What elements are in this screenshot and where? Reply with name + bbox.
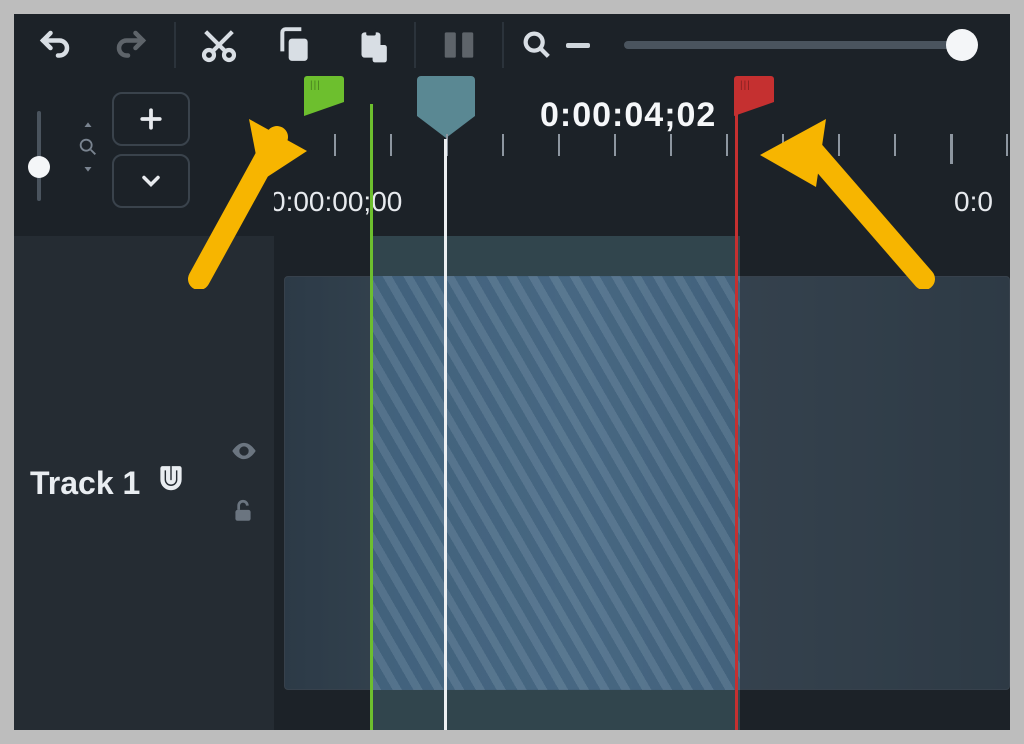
cut-button[interactable]	[182, 17, 256, 73]
arrow-down-icon	[81, 160, 95, 174]
zoom-thumb[interactable]	[946, 29, 978, 61]
ruler-label-next: 0:0	[954, 186, 993, 218]
marker-out-line	[735, 104, 738, 730]
zoom-slider[interactable]	[624, 41, 1006, 49]
current-timecode: 0:00:04;02	[540, 96, 716, 135]
arrow-up-icon	[81, 120, 95, 134]
toolbar-divider	[414, 22, 416, 68]
marker-in[interactable]	[304, 76, 344, 112]
paste-button[interactable]	[334, 17, 408, 73]
redo-button[interactable]	[94, 17, 168, 73]
annotation-arrow-left	[169, 109, 309, 289]
undo-button[interactable]	[18, 17, 92, 73]
toolbar	[14, 14, 1010, 76]
split-button[interactable]	[422, 17, 496, 73]
track-label: Track 1	[30, 465, 140, 502]
track-header: Track 1	[14, 236, 274, 730]
annotation-arrow-right	[754, 109, 944, 289]
toolbar-divider	[502, 22, 504, 68]
zoom-out-icon[interactable]	[566, 43, 590, 48]
zoom-fit-group	[70, 86, 106, 174]
clip-region[interactable]	[274, 236, 1010, 730]
in-out-selection	[372, 236, 740, 730]
playhead[interactable]	[417, 76, 475, 116]
copy-button[interactable]	[258, 17, 332, 73]
marker-in-line	[370, 104, 373, 730]
marker-out[interactable]	[734, 76, 774, 112]
playhead-line	[444, 139, 447, 730]
eye-icon[interactable]	[230, 437, 258, 470]
search-icon[interactable]	[77, 136, 99, 158]
toolbar-divider	[174, 22, 176, 68]
zoom-track	[624, 41, 976, 49]
magnet-icon[interactable]	[154, 464, 188, 503]
zoom-search-button[interactable]	[510, 17, 564, 73]
vertical-zoom-slider[interactable]	[14, 86, 64, 226]
lock-icon[interactable]	[230, 498, 258, 529]
